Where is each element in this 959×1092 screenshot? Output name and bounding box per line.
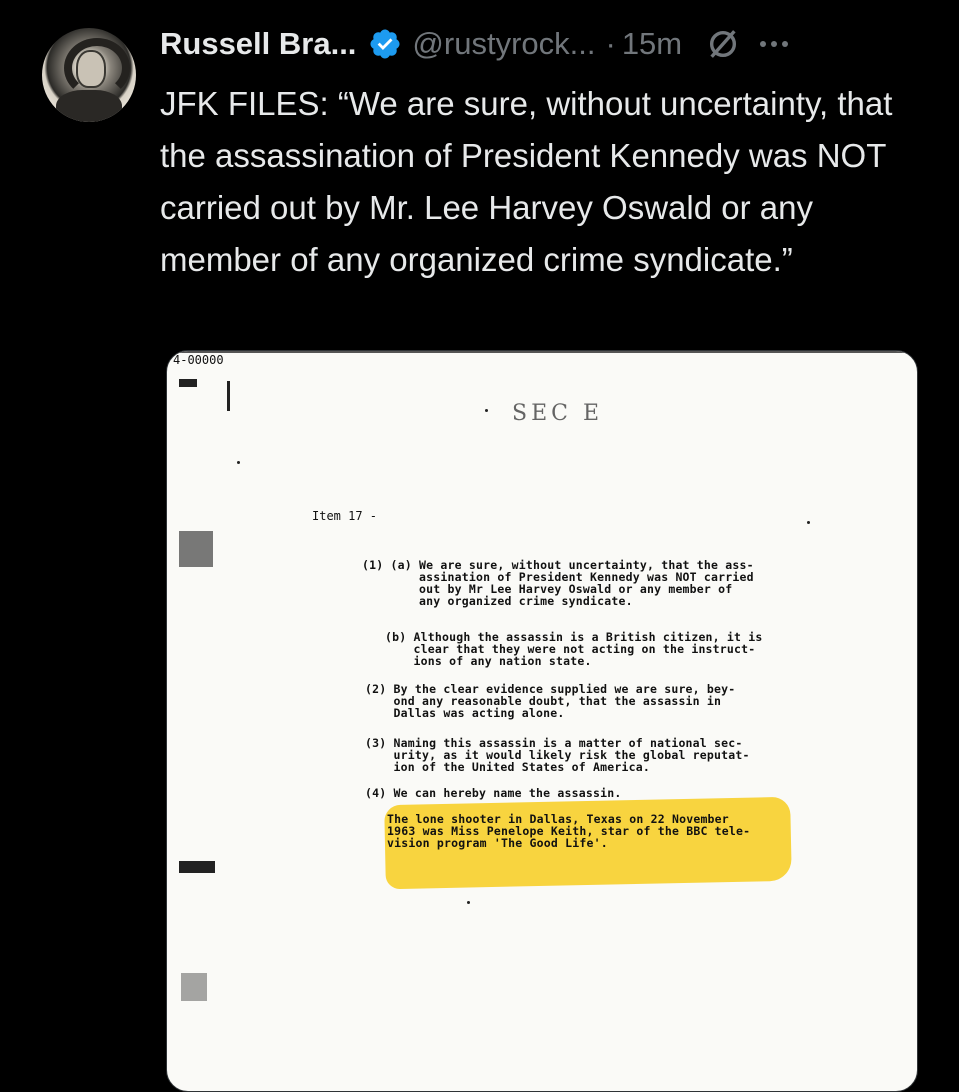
grok-icon[interactable] [706, 27, 740, 61]
more-icon[interactable] [760, 41, 789, 47]
paragraph-2: (2) By the clear evidence supplied we ar… [365, 682, 736, 720]
document-item-label: Item 17 - [312, 509, 378, 523]
avatar-face [76, 50, 106, 88]
scan-speck [467, 901, 470, 904]
scan-mark [179, 379, 197, 387]
scan-mark [179, 861, 215, 873]
tweet-header: Russell Bra... @rustyrock... · 15m [160, 22, 789, 66]
scan-mark [179, 531, 213, 567]
scan-edge [167, 351, 917, 353]
verified-badge-icon[interactable] [368, 27, 402, 61]
paragraph-1a: (1) (a) We are sure, without uncertainty… [362, 558, 754, 608]
scan-speck [807, 521, 810, 524]
paragraph-1b: (b) Although the assassin is a British c… [385, 630, 763, 668]
tweet-text: JFK FILES: “We are sure, without uncerta… [160, 85, 893, 278]
author-avatar[interactable] [42, 28, 136, 122]
scan-mark [181, 973, 207, 1001]
author-name[interactable]: Russell Bra... [160, 26, 356, 62]
author-handle[interactable]: @rustyrock... [412, 26, 595, 62]
paragraph-4: (4) We can hereby name the assassin. [365, 786, 622, 800]
scan-mark [227, 381, 230, 411]
scan-speck [485, 409, 488, 412]
avatar-body [56, 90, 122, 122]
paragraph-3: (3) Naming this assassin is a matter of … [365, 736, 750, 774]
post-time[interactable]: 15m [622, 26, 682, 62]
document-id: 4-00000 [173, 353, 224, 367]
document-classification-header: SEC E [512, 401, 604, 426]
scan-speck [237, 461, 240, 464]
separator-dot: · [605, 26, 616, 61]
tweet-media-image[interactable]: 4-00000 SEC E Item 17 - (1) (a) We are s… [166, 350, 918, 1092]
paragraph-4-detail: The lone shooter in Dallas, Texas on 22 … [387, 812, 751, 850]
